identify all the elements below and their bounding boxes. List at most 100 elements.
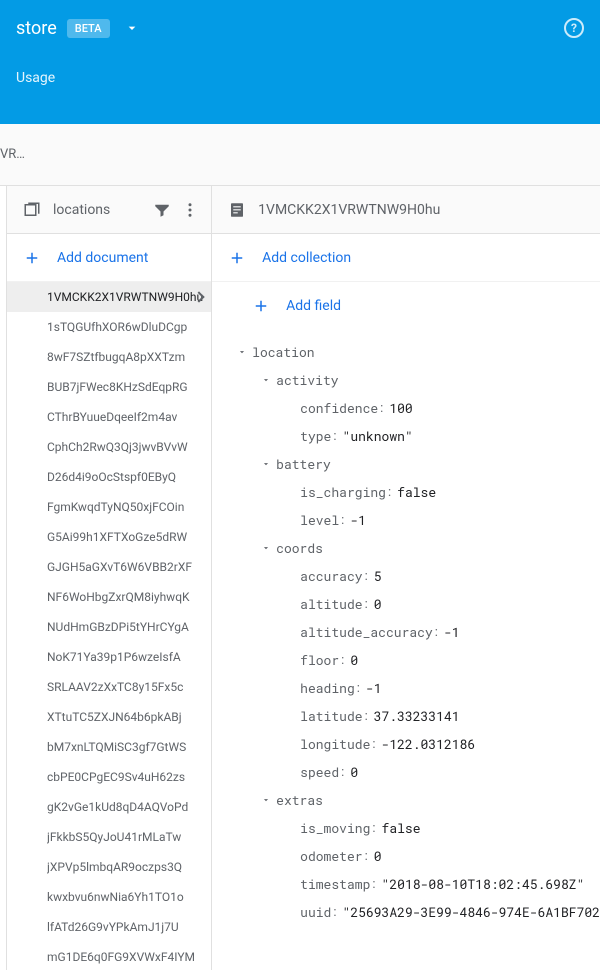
field-key: extras xyxy=(276,791,323,809)
document-id: lfATd26G9vYPkAmJ1j7U xyxy=(47,920,179,934)
expand-arrow-icon xyxy=(280,566,300,586)
tree-row[interactable]: is_charging:false xyxy=(212,478,600,506)
document-item[interactable]: NF6WoHbgZxrQM8iyhwqK xyxy=(7,582,211,612)
document-id: BUB7jFWec8KHzSdEqpRG xyxy=(47,380,188,394)
document-item[interactable]: 1VMCKK2X1VRWTNW9H0hu xyxy=(7,282,211,312)
more-vert-icon[interactable] xyxy=(181,201,199,219)
tree-row[interactable]: uuid:25693A29-3E99-4846-974E-6A1BF702135… xyxy=(212,898,600,926)
plus-icon xyxy=(228,249,246,267)
document-item[interactable]: kwxbvu6nwNia6Yh1TO1o xyxy=(7,882,211,912)
product-title: store xyxy=(16,18,57,39)
document-icon xyxy=(228,201,246,219)
tree-row[interactable]: timestamp:2018-08-10T18:02:45.698Z xyxy=(212,870,600,898)
add-field-label: Add field xyxy=(286,298,341,314)
document-item[interactable]: CphCh2RwQ3Qj3jwvBVvW xyxy=(7,432,211,462)
document-item[interactable]: G5Ai99h1XFTXoGze5dRW xyxy=(7,522,211,552)
tree-row[interactable]: floor:0 xyxy=(212,646,600,674)
expand-arrow-icon[interactable] xyxy=(232,342,252,362)
tree-row[interactable]: confidence:100 xyxy=(212,394,600,422)
tree-row[interactable]: extras xyxy=(212,786,600,814)
field-value: 0 xyxy=(374,847,382,865)
document-item[interactable]: gK2vGe1kUd8qD4AQVoPd xyxy=(7,792,211,822)
field-key: is_moving xyxy=(300,819,370,837)
tree-row[interactable]: odometer:0 xyxy=(212,842,600,870)
tree-row[interactable]: location xyxy=(212,338,600,366)
expand-arrow-icon xyxy=(280,902,300,922)
add-document-button[interactable]: Add document xyxy=(7,234,211,282)
document-id: CphCh2RwQ3Qj3jwvBVvW xyxy=(47,440,188,454)
document-item[interactable]: NUdHmGBzDPi5tYHrCYgA xyxy=(7,612,211,642)
add-collection-button[interactable]: Add collection xyxy=(212,234,600,282)
tree-row[interactable]: longitude:-122.0312186 xyxy=(212,730,600,758)
field-value: -1 xyxy=(444,623,460,641)
plus-icon xyxy=(23,249,41,267)
field-tree[interactable]: location activityconfidence:100type:unkno… xyxy=(212,330,600,970)
document-item[interactable]: lfATd26G9vYPkAmJ1j7U xyxy=(7,912,211,942)
tree-row[interactable]: level:-1 xyxy=(212,506,600,534)
document-id: gK2vGe1kUd8qD4AQVoPd xyxy=(47,800,188,814)
expand-arrow-icon xyxy=(280,650,300,670)
document-item[interactable]: D26d4i9oOcStspf0EByQ xyxy=(7,462,211,492)
documents-panel-title: locations xyxy=(53,202,141,218)
expand-arrow-icon xyxy=(280,426,300,446)
field-key: battery xyxy=(276,455,331,473)
document-item[interactable]: SRLAAV2zXxTC8y15Fx5c xyxy=(7,672,211,702)
document-item[interactable]: cbPE0CPgEC9Sv4uH62zs xyxy=(7,762,211,792)
expand-arrow-icon xyxy=(280,482,300,502)
beta-badge: BETA xyxy=(67,19,110,38)
document-item[interactable]: CThrBYuueDqeeIf2m4av xyxy=(7,402,211,432)
document-id: kwxbvu6nwNia6Yh1TO1o xyxy=(47,890,184,904)
field-value: -1 xyxy=(350,511,366,529)
breadcrumb: VR… xyxy=(0,124,600,186)
document-item[interactable]: BUB7jFWec8KHzSdEqpRG xyxy=(7,372,211,402)
document-id: jFkkbS5QyJoU41rMLaTw xyxy=(47,830,181,844)
expand-arrow-icon[interactable] xyxy=(256,538,276,558)
tree-row[interactable]: heading:-1 xyxy=(212,674,600,702)
document-item[interactable]: mG1DE6q0FG9XVWxF4IYM xyxy=(7,942,211,970)
field-value: 0 xyxy=(350,651,358,669)
document-item[interactable]: jXPVp5lmbqAR9oczps3Q xyxy=(7,852,211,882)
tree-row[interactable]: altitude:0 xyxy=(212,590,600,618)
expand-arrow-icon xyxy=(280,622,300,642)
tree-row[interactable]: coords xyxy=(212,534,600,562)
tree-row[interactable]: altitude_accuracy:-1 xyxy=(212,618,600,646)
tab-usage[interactable]: Usage xyxy=(0,56,71,100)
field-key: floor xyxy=(300,651,339,669)
document-item[interactable]: FgmKwqdTyNQ50xjFCOin xyxy=(7,492,211,522)
tree-row[interactable]: speed:0 xyxy=(212,758,600,786)
expand-arrow-icon[interactable] xyxy=(256,454,276,474)
tree-row[interactable]: type:unknown xyxy=(212,422,600,450)
document-item[interactable]: NoK71Ya39p1P6wzeIsfA xyxy=(7,642,211,672)
document-id: 8wF7SZtfbugqA8pXXTzm xyxy=(47,350,185,364)
field-key: odometer xyxy=(300,847,362,865)
tree-row[interactable]: battery xyxy=(212,450,600,478)
fields-panel: 1VMCKK2X1VRWTNW9H0hu Add collection Add … xyxy=(212,186,600,970)
document-item[interactable]: 8wF7SZtfbugqA8pXXTzm xyxy=(7,342,211,372)
header-top-bar: store BETA ? xyxy=(0,0,600,56)
expand-arrow-icon xyxy=(280,874,300,894)
help-icon[interactable]: ? xyxy=(564,18,584,38)
filter-icon[interactable] xyxy=(153,201,171,219)
add-field-button[interactable]: Add field xyxy=(212,282,600,330)
tree-row[interactable]: activity xyxy=(212,366,600,394)
field-key: altitude xyxy=(300,595,362,613)
expand-arrow-icon[interactable] xyxy=(256,370,276,390)
document-item[interactable]: bM7xnLTQMiSC3gf7GtWS xyxy=(7,732,211,762)
field-key: confidence xyxy=(300,399,378,417)
expand-arrow-icon[interactable] xyxy=(256,790,276,810)
document-item[interactable]: jFkkbS5QyJoU41rMLaTw xyxy=(7,822,211,852)
field-key: location xyxy=(252,343,314,361)
document-list[interactable]: 1VMCKK2X1VRWTNW9H0hu1sTQGUfhXOR6wDluDCgp… xyxy=(7,282,211,970)
chevron-down-icon[interactable] xyxy=(122,18,142,38)
field-key: longitude xyxy=(300,735,370,753)
tree-row[interactable]: latitude:37.33233141 xyxy=(212,702,600,730)
breadcrumb-text[interactable]: VR… xyxy=(0,147,25,162)
document-item[interactable]: 1sTQGUfhXOR6wDluDCgp xyxy=(7,312,211,342)
document-item[interactable]: GJGH5aGXvT6W6VBB2rXF xyxy=(7,552,211,582)
tree-row[interactable]: accuracy:5 xyxy=(212,562,600,590)
field-value: unknown xyxy=(343,427,413,445)
field-key: speed xyxy=(300,763,339,781)
field-key: is_charging xyxy=(300,483,386,501)
document-item[interactable]: XTtuTC5ZXJN64b6pkABj xyxy=(7,702,211,732)
tree-row[interactable]: is_moving:false xyxy=(212,814,600,842)
